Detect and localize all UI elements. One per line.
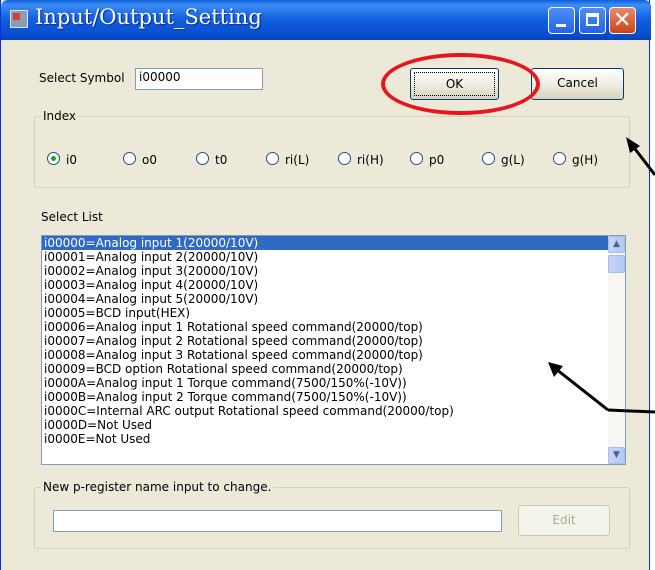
list-item[interactable]: i00006=Analog input 1 Rotational speed c… — [42, 320, 610, 334]
radio-label: t0 — [215, 153, 228, 167]
list-item[interactable]: i0000C=Internal ARC output Rotational sp… — [42, 404, 610, 418]
radio-label: ri(L) — [285, 153, 310, 167]
radio-p0[interactable]: p0 — [410, 152, 444, 167]
radio-dot — [123, 152, 136, 165]
select-symbol-label: Select Symbol — [39, 71, 125, 85]
scroll-thumb[interactable] — [608, 255, 625, 273]
cancel-button[interactable]: Cancel — [531, 68, 624, 100]
radio-label: g(H) — [572, 153, 599, 167]
window-title: Input/Output_Setting — [35, 5, 262, 29]
new-name-group-title: New p-register name input to change. — [41, 480, 274, 494]
list-item[interactable]: i00008=Analog input 3 Rotational speed c… — [42, 348, 610, 362]
radio-label: g(L) — [501, 153, 525, 167]
list-item[interactable]: i0000D=Not Used — [42, 418, 610, 432]
close-icon: ✕ — [613, 8, 632, 33]
list-item[interactable]: i00007=Analog input 2 Rotational speed c… — [42, 334, 610, 348]
radio-dot-selected — [47, 152, 60, 165]
maximize-button[interactable] — [579, 7, 606, 34]
close-button[interactable]: ✕ — [609, 7, 636, 34]
app-icon — [10, 10, 28, 28]
new-name-input[interactable] — [53, 510, 502, 532]
list-item[interactable]: i00002=Analog input 3(20000/10V) — [42, 264, 610, 278]
scroll-up-icon[interactable]: ▲ — [608, 236, 625, 253]
list-item[interactable]: i00004=Analog input 5(20000/10V) — [42, 292, 610, 306]
radio-label: p0 — [429, 153, 445, 167]
select-list-items: i00000=Analog input 1(20000/10V) i00001=… — [42, 236, 610, 446]
select-list-scrollbar[interactable]: ▲ ▼ — [608, 236, 625, 464]
select-list-label: Select List — [41, 210, 103, 224]
maximize-icon — [586, 13, 599, 26]
list-item[interactable]: i00005=BCD input(HEX) — [42, 306, 610, 320]
edit-button[interactable]: Edit — [518, 505, 610, 536]
radio-dot — [338, 152, 351, 165]
radio-dot — [410, 152, 423, 165]
radio-o0[interactable]: o0 — [123, 152, 157, 167]
radio-label: i0 — [66, 153, 77, 167]
index-group-title: Index — [41, 109, 79, 123]
list-item[interactable]: i0000E=Not Used — [42, 432, 610, 446]
list-item[interactable]: i0000A=Analog input 1 Torque command(750… — [42, 376, 610, 390]
radio-dot — [266, 152, 279, 165]
radio-dot — [482, 152, 495, 165]
radio-dot — [553, 152, 566, 165]
radio-dot — [196, 152, 209, 165]
radio-label: ri(H) — [357, 153, 384, 167]
highlight-ellipse — [381, 53, 540, 115]
radio-i0[interactable]: i0 — [47, 152, 77, 167]
radio-ri-h[interactable]: ri(H) — [338, 152, 384, 167]
select-list[interactable]: i00000=Analog input 1(20000/10V) i00001=… — [41, 235, 626, 465]
title-bar[interactable]: Input/Output_Setting ✕ — [1, 0, 651, 40]
radio-ri-l[interactable]: ri(L) — [266, 152, 309, 167]
minimize-button[interactable] — [548, 7, 575, 34]
radio-g-h[interactable]: g(H) — [553, 152, 598, 167]
list-item[interactable]: i00003=Analog input 4(20000/10V) — [42, 278, 610, 292]
radio-t0[interactable]: t0 — [196, 152, 227, 167]
radio-g-l[interactable]: g(L) — [482, 152, 525, 167]
list-item[interactable]: i00001=Analog input 2(20000/10V) — [42, 250, 610, 264]
list-item-selected[interactable]: i00000=Analog input 1(20000/10V) — [42, 236, 610, 250]
list-item[interactable]: i00009=BCD option Rotational speed comma… — [42, 362, 610, 376]
dialog-window: Input/Output_Setting ✕ Select Symbol i00… — [0, 0, 651, 570]
minimize-icon — [556, 24, 566, 27]
list-item[interactable]: i0000B=Analog input 2 Torque command(750… — [42, 390, 610, 404]
select-symbol-input[interactable]: i00000 — [135, 68, 263, 90]
scroll-down-icon[interactable]: ▼ — [608, 447, 625, 464]
radio-label: o0 — [142, 153, 157, 167]
